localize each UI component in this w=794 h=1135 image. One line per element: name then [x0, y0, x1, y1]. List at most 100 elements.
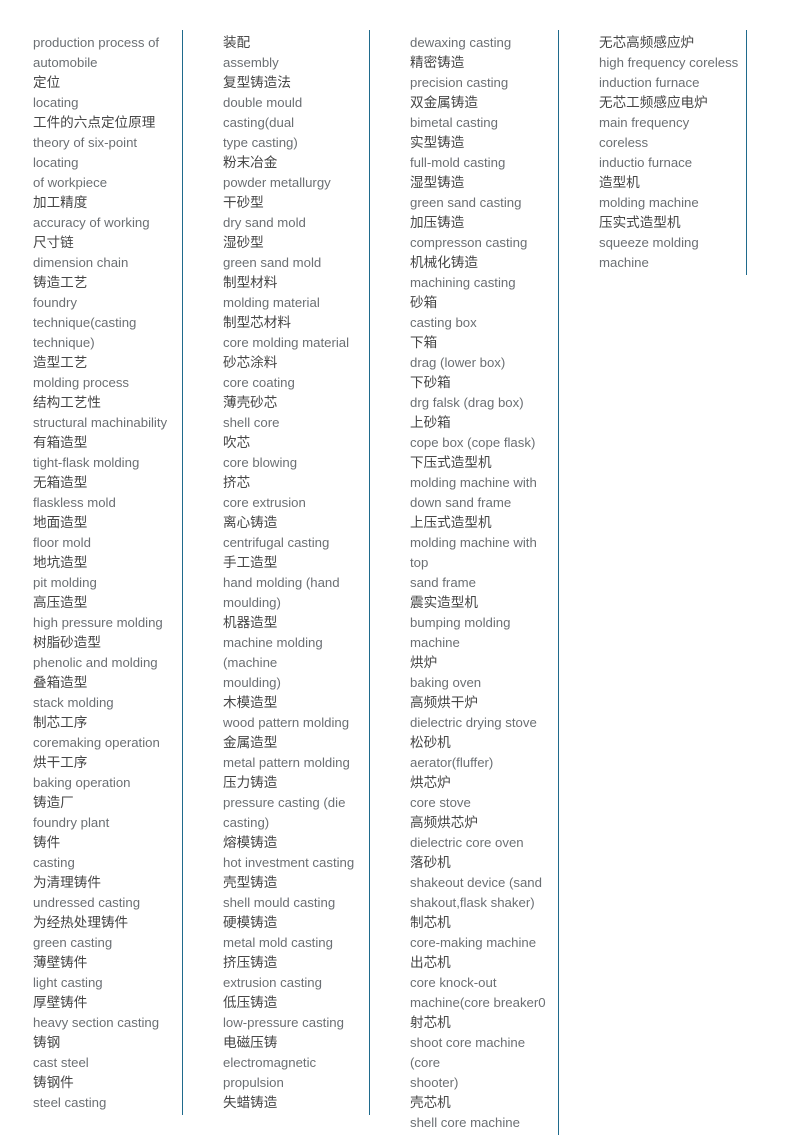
glossary-term: locating	[33, 95, 79, 110]
glossary-term: 失蜡铸造	[223, 1095, 278, 1110]
glossary-term: 装配	[223, 35, 251, 50]
glossary-term: casting	[33, 855, 75, 870]
glossary-term: 铸造厂	[33, 795, 74, 810]
glossary-term: type casting)	[223, 135, 298, 150]
glossary-term: undressed casting	[33, 895, 141, 910]
glossary-term: dielectric drying stove	[410, 715, 537, 730]
glossary-term: core knock-out	[410, 975, 497, 990]
glossary-term: molding material	[223, 295, 320, 310]
glossary-term: core extrusion	[223, 495, 306, 510]
glossary-term: 下压式造型机	[410, 455, 492, 470]
glossary-term: casting)	[223, 815, 270, 830]
glossary-term: foundry plant	[33, 815, 110, 830]
glossary-term: 壳型铸造	[223, 875, 278, 890]
glossary-term: shell mould casting	[223, 895, 336, 910]
glossary-term: 熔模铸造	[223, 835, 278, 850]
glossary-term: 结构工艺性	[33, 395, 101, 410]
glossary-term: flaskless mold	[33, 495, 116, 510]
glossary-term: 挤芯	[223, 475, 251, 490]
glossary-term: 挤压铸造	[223, 955, 278, 970]
glossary-term: 下箱	[410, 335, 438, 350]
glossary-term: propulsion	[223, 1075, 284, 1090]
glossary-term: machining casting	[410, 275, 516, 290]
glossary-term: 烘炉	[410, 655, 438, 670]
glossary-term: 离心铸造	[223, 515, 278, 530]
glossary-term: 烘干工序	[33, 755, 88, 770]
glossary-term: core coating	[223, 375, 295, 390]
glossary-term: induction furnace	[599, 75, 700, 90]
glossary-term: 压实式造型机	[599, 215, 681, 230]
glossary-term: core blowing	[223, 455, 298, 470]
glossary-term: 高频烘干炉	[410, 695, 478, 710]
glossary-term: 制芯工序	[33, 715, 88, 730]
glossary-term: 制型材料	[223, 275, 278, 290]
glossary-term: dewaxing casting	[410, 35, 512, 50]
glossary-term: 射芯机	[410, 1015, 451, 1030]
glossary-term: 震实造型机	[410, 595, 478, 610]
glossary-term: 造型机	[599, 175, 640, 190]
glossary-term: compresson casting	[410, 235, 528, 250]
glossary-term: molding process	[33, 375, 130, 390]
glossary-term: shoot core machine (core	[410, 1035, 526, 1070]
glossary-term: 为经热处理铸件	[33, 915, 129, 930]
glossary-term: hot investment casting	[223, 855, 355, 870]
glossary-term: 造型工艺	[33, 355, 88, 370]
glossary-term: 精密铸造	[410, 55, 465, 70]
glossary-term: pit molding	[33, 575, 97, 590]
glossary-term: 压力铸造	[223, 775, 278, 790]
glossary-column-2: 装配 assembly 复型铸造法 double mould casting(dual…	[220, 30, 370, 1115]
page-root: production process of automobile 定位 locatin…	[0, 0, 794, 1135]
glossary-term: drg falsk (drag box)	[410, 395, 524, 410]
glossary-term: green sand mold	[223, 255, 322, 270]
glossary-term: 干砂型	[223, 195, 264, 210]
glossary-term: steel casting	[33, 1095, 107, 1110]
glossary-term: 粉末冶金	[223, 155, 278, 170]
glossary-term: squeeze molding machine	[599, 235, 699, 270]
glossary-term: shell core machine	[410, 1115, 520, 1130]
glossary-term: 电磁压铸	[223, 1035, 278, 1050]
glossary-term: 砂芯涂料	[223, 355, 278, 370]
glossary-term: 手工造型	[223, 555, 278, 570]
glossary-term: 为清理铸件	[33, 875, 101, 890]
glossary-term: full-mold casting	[410, 155, 506, 170]
glossary-term: aerator(fluffer)	[410, 755, 494, 770]
glossary-term: 壳芯机	[410, 1095, 451, 1110]
glossary-term: green sand casting	[410, 195, 522, 210]
glossary-term: 定位	[33, 75, 61, 90]
glossary-term: 铸件	[33, 835, 61, 850]
glossary-term: core molding material	[223, 335, 350, 350]
glossary-term: 烘芯炉	[410, 775, 451, 790]
glossary-term: 有箱造型	[33, 435, 88, 450]
glossary-term: 加工精度	[33, 195, 88, 210]
glossary-term: 高频烘芯炉	[410, 815, 478, 830]
glossary-term: cast steel	[33, 1055, 89, 1070]
glossary-term: dry sand mold	[223, 215, 306, 230]
glossary-term: bimetal casting	[410, 115, 498, 130]
glossary-term: high frequency coreless	[599, 55, 739, 70]
glossary-term: wood pattern molding	[223, 715, 350, 730]
glossary-term: 湿砂型	[223, 235, 264, 250]
glossary-term: drag (lower box)	[410, 355, 506, 370]
glossary-term: 落砂机	[410, 855, 451, 870]
glossary-term: 铸钢	[33, 1035, 61, 1050]
glossary-term: double mould casting(dual	[223, 95, 303, 130]
glossary-term: machine(core breaker0	[410, 995, 546, 1010]
glossary-term: 铸钢件	[33, 1075, 74, 1090]
glossary-term: centrifugal casting	[223, 535, 330, 550]
glossary-term: 松砂机	[410, 735, 451, 750]
glossary-term: shakout,flask shaker)	[410, 895, 535, 910]
glossary-term: 复型铸造法	[223, 75, 291, 90]
glossary-term: main frequency coreless	[599, 115, 690, 150]
glossary-term: 金属造型	[223, 735, 278, 750]
glossary-term: pressure casting (die	[223, 795, 346, 810]
glossary-term: 高压造型	[33, 595, 88, 610]
glossary-term: tight-flask molding	[33, 455, 140, 470]
glossary-term: 上砂箱	[410, 415, 451, 430]
glossary-term: light casting	[33, 975, 103, 990]
glossary-term: baking operation	[33, 775, 131, 790]
glossary-term: molding machine with top	[410, 535, 537, 570]
glossary-term: coremaking operation	[33, 735, 160, 750]
glossary-term: dielectric core oven	[410, 835, 524, 850]
glossary-term: technique)	[33, 335, 95, 350]
glossary-term: machine molding (machine	[223, 635, 323, 670]
